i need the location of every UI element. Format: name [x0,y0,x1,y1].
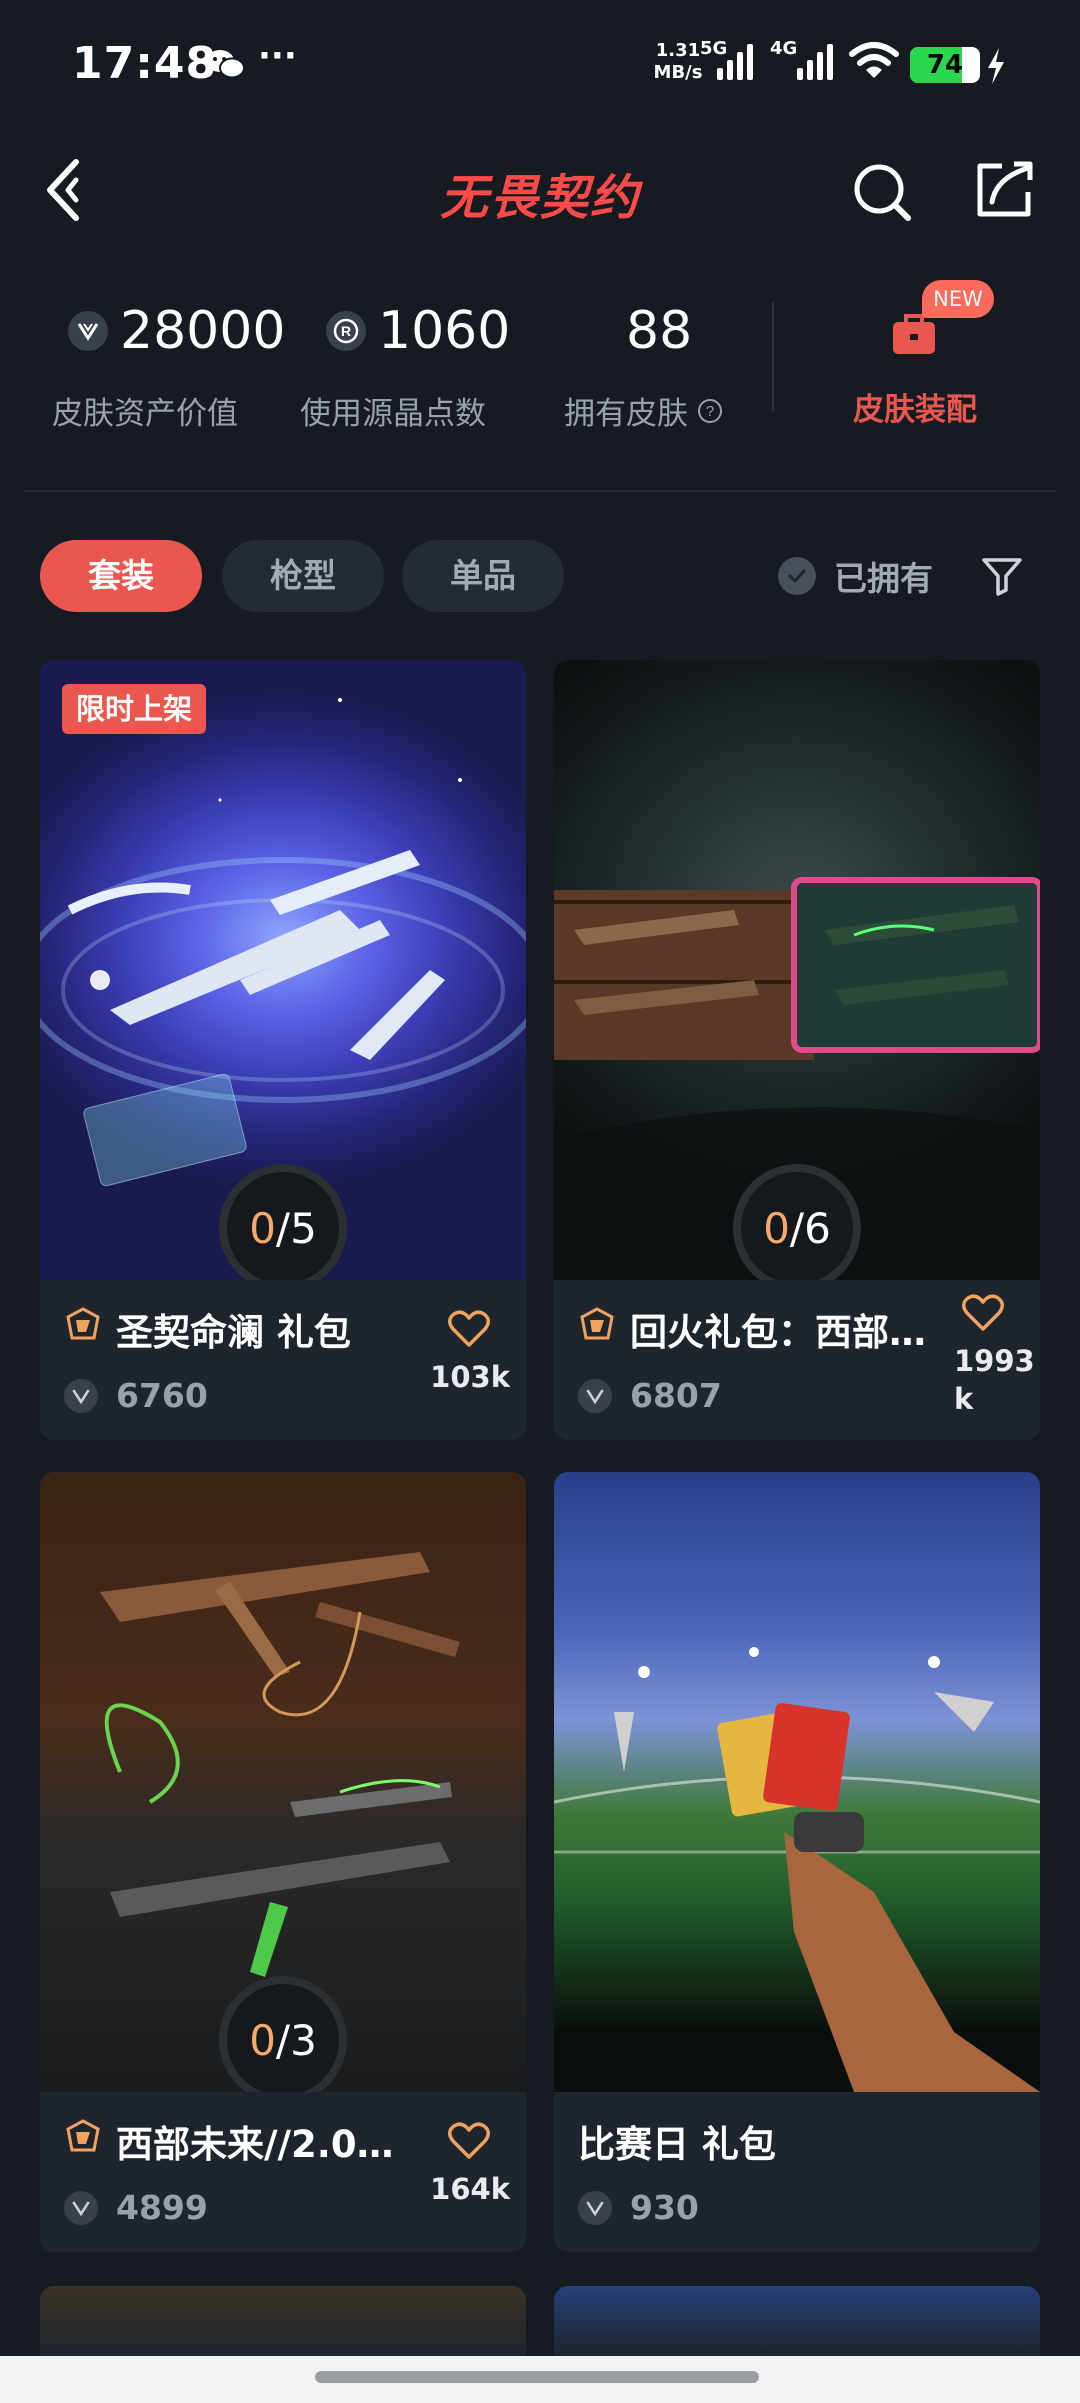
section-divider [24,490,1056,492]
bundle-price: 4899 [116,2188,208,2227]
heart-icon[interactable] [448,1310,490,1348]
radianite-icon: R [326,311,366,351]
collection-progress-badge: 0/5 [219,1164,347,1292]
points-value: 1060 [378,301,511,361]
bundle-info: 西部未来//2.0… 164k 4899 [40,2092,526,2252]
price-row: 4899 [64,2188,208,2227]
back-icon[interactable] [40,152,100,228]
bundle-title: 圣契命澜 礼包 [116,1311,351,1354]
skin-loadout-label: 皮肤装配 [853,392,977,428]
stats-panel: 28000 皮肤资产价值 R 1060 使用源晶点数 88 拥有皮肤 ? NEW… [0,280,1080,450]
svg-text:R: R [341,323,351,339]
network-speed: 1.31 MB/s [653,40,703,83]
tier-icon [66,1307,100,1340]
bundle-price: 6807 [630,1376,722,1415]
asset-value-row: 28000 [68,296,285,366]
signal-4g-icon [797,44,833,80]
tier-icon [580,1307,614,1340]
tab-weapon-type[interactable]: 枪型 [222,540,384,612]
bundle-artwork [554,1647,1040,2092]
points-stat: R 1060 使用源晶点数 [300,296,520,436]
progress-total: 3 [290,2015,317,2065]
heart-icon[interactable] [962,1294,1004,1332]
bundle-card[interactable]: 0/6 回火礼包：西部… 1993 k 6807 [554,660,1040,1440]
bundle-card[interactable]: 比赛日 礼包 930 [554,1472,1040,2252]
progress-owned: 0 [249,1203,276,1253]
asset-value-label: 皮肤资产价值 [52,396,238,432]
skins-label-row: 拥有皮肤 ? [564,388,724,433]
home-indicator[interactable] [315,2371,759,2383]
heart-icon[interactable] [448,2122,490,2160]
vp-currency-icon [68,311,108,351]
briefcase-icon [893,314,935,354]
points-row: R 1060 [326,296,510,366]
price-row: 930 [578,2188,699,2227]
asset-value-stat: 28000 皮肤资产价值 [52,296,285,436]
vp-currency-icon [578,1378,612,1413]
bundle-card[interactable]: 0/3 西部未来//2.0… 164k 4899 [40,1472,526,2252]
price-row: 6807 [578,1376,722,1415]
owned-toggle[interactable]: 已拥有 [778,540,933,612]
battery-level: 74 [926,50,964,80]
status-more-icon: ··· [258,36,297,76]
network-4g-label: 4G [770,38,798,59]
bundle-title: 比赛日 礼包 [578,2123,776,2166]
bundle-card-partial[interactable] [40,2286,526,2356]
tier-icon [66,2119,100,2152]
vp-currency-icon [64,2190,98,2225]
bundle-card[interactable]: 限时上架 0/5 圣契命澜 礼包 103k 6760 [40,660,526,1440]
tab-bundles[interactable]: 套装 [40,540,202,612]
progress-owned: 0 [249,2015,276,2065]
search-icon[interactable] [850,160,914,224]
vp-currency-icon [578,2190,612,2225]
progress-total: 6 [804,1203,831,1253]
asset-value: 28000 [120,301,286,361]
bundle-title: 西部未来//2.0… [116,2123,394,2166]
status-bar: 17:48 ··· 1.31 MB/s 5G 4G 74 [0,0,1080,130]
header: 无畏契约 [0,130,1080,250]
bundle-title: 回火礼包：西部… [630,1311,926,1354]
skins-label: 拥有皮肤 [564,396,688,432]
stats-divider [772,302,774,412]
new-badge: NEW [922,280,994,318]
skins-count: 88 [626,301,693,361]
bundle-info: 比赛日 礼包 930 [554,2092,1040,2252]
wifi-icon [849,42,899,78]
battery-icon: 74 [910,47,980,83]
help-icon[interactable]: ? [696,397,724,425]
status-time: 17:48 [72,38,218,89]
charging-icon [988,48,1004,84]
skin-loadout-button[interactable]: NEW 皮肤装配 [820,280,1010,440]
collection-progress-badge: 0/6 [733,1164,861,1292]
filter-row: 套装 枪型 单品 已拥有 [0,540,1080,616]
bundle-card-partial[interactable] [554,2286,1040,2356]
like-count: 164k [430,2172,510,2206]
like-count: 103k [430,1360,510,1394]
bundle-image [554,1472,1040,2092]
price-row: 6760 [64,1376,208,1415]
progress-owned: 0 [763,1203,790,1253]
bundle-price: 930 [630,2188,699,2227]
progress-total: 5 [290,1203,317,1253]
wechat-icon [206,50,245,79]
svg-text:?: ? [706,403,714,420]
signal-5g-icon [717,44,753,80]
owned-check-icon [778,557,816,595]
bundle-info: 回火礼包：西部… 1993 k 6807 [554,1280,1040,1440]
share-icon[interactable] [972,158,1036,222]
filter-icon[interactable] [980,554,1024,598]
owned-label: 已拥有 [834,559,933,598]
points-label: 使用源晶点数 [300,396,486,432]
like-count: 1993 k [954,1344,1035,1416]
collection-progress-badge: 0/3 [219,1976,347,2104]
app-title: 无畏契约 [439,170,640,226]
bundle-price: 6760 [116,1376,208,1415]
vp-currency-icon [64,1378,98,1413]
tab-single-items[interactable]: 单品 [402,540,564,612]
skins-stat: 88 拥有皮肤 ? [564,296,764,436]
bundle-info: 圣契命澜 礼包 103k 6760 [40,1280,526,1440]
limited-time-tag: 限时上架 [62,684,207,734]
